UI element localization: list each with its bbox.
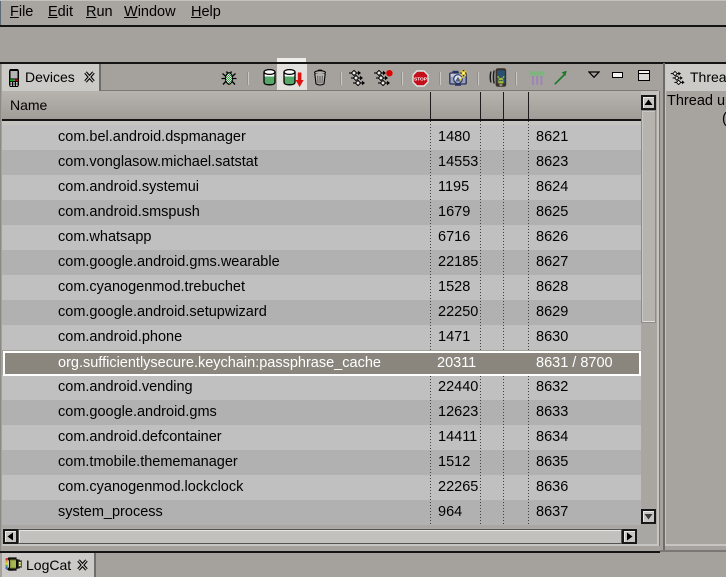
- svg-text:STOP: STOP: [414, 77, 428, 83]
